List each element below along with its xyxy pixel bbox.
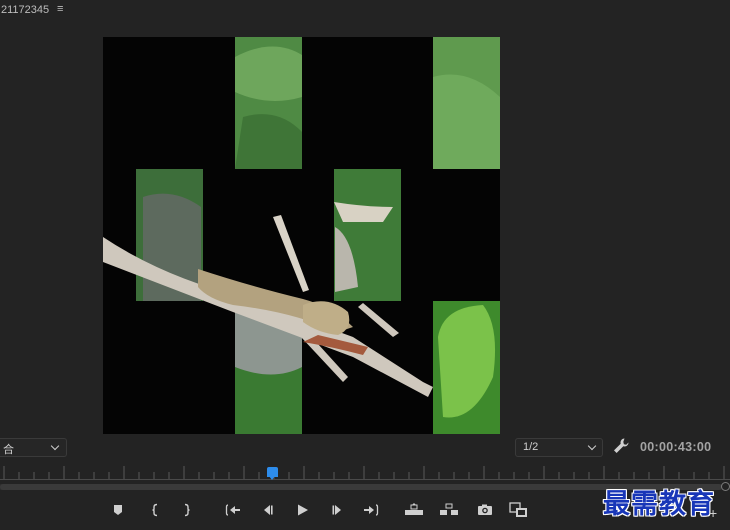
play-button[interactable] bbox=[290, 498, 314, 522]
go-to-out-button[interactable] bbox=[359, 498, 383, 522]
mark-out-icon bbox=[184, 503, 190, 517]
compare-view-button[interactable] bbox=[507, 498, 531, 522]
playhead-handle[interactable] bbox=[267, 467, 278, 480]
fit-zoom-value: 合 bbox=[3, 444, 14, 456]
lift-icon bbox=[405, 503, 423, 515]
program-monitor-viewer[interactable] bbox=[103, 37, 500, 434]
export-frame-button[interactable] bbox=[473, 498, 497, 522]
add-button[interactable]: + bbox=[709, 505, 717, 521]
camera-icon bbox=[478, 504, 492, 515]
playback-resolution-value: 1/2 bbox=[523, 441, 539, 453]
mark-out-button[interactable] bbox=[175, 498, 199, 522]
zoom-scrollbar-handle[interactable] bbox=[721, 482, 730, 491]
hamburger-menu-icon[interactable]: ≡ bbox=[57, 4, 63, 15]
sequence-title[interactable]: 21172345 bbox=[1, 4, 49, 16]
marker-icon bbox=[114, 505, 122, 515]
step-back-button[interactable] bbox=[255, 498, 279, 522]
add-marker-button[interactable] bbox=[106, 498, 130, 522]
go-to-in-button[interactable] bbox=[221, 498, 245, 522]
step-back-icon bbox=[264, 505, 273, 515]
wrench-icon[interactable] bbox=[612, 437, 630, 455]
ruler-baseline bbox=[0, 479, 730, 480]
compare-icon bbox=[509, 502, 527, 517]
chevron-down-icon bbox=[50, 441, 60, 451]
watermark-logo: 最需教育 bbox=[603, 489, 715, 520]
mark-in-button[interactable] bbox=[143, 498, 167, 522]
extract-button[interactable] bbox=[437, 498, 461, 522]
extract-icon bbox=[440, 503, 458, 515]
video-frame-image bbox=[103, 37, 500, 434]
step-forward-button[interactable] bbox=[326, 498, 350, 522]
step-forward-icon bbox=[332, 505, 341, 515]
monitor-header: 21172345 ≡ bbox=[0, 0, 730, 20]
playhead-timecode[interactable]: 00:00:43:00 bbox=[640, 440, 711, 454]
go-to-out-icon bbox=[364, 504, 379, 516]
lift-button[interactable] bbox=[402, 498, 426, 522]
chevron-down-icon bbox=[587, 441, 597, 451]
playback-resolution-select[interactable]: 1/2 bbox=[515, 438, 603, 457]
play-icon bbox=[298, 504, 308, 516]
mark-in-icon bbox=[152, 503, 158, 517]
fit-zoom-select[interactable]: 合 bbox=[0, 438, 67, 457]
go-to-in-icon bbox=[225, 504, 240, 516]
time-ruler[interactable] bbox=[0, 462, 730, 482]
